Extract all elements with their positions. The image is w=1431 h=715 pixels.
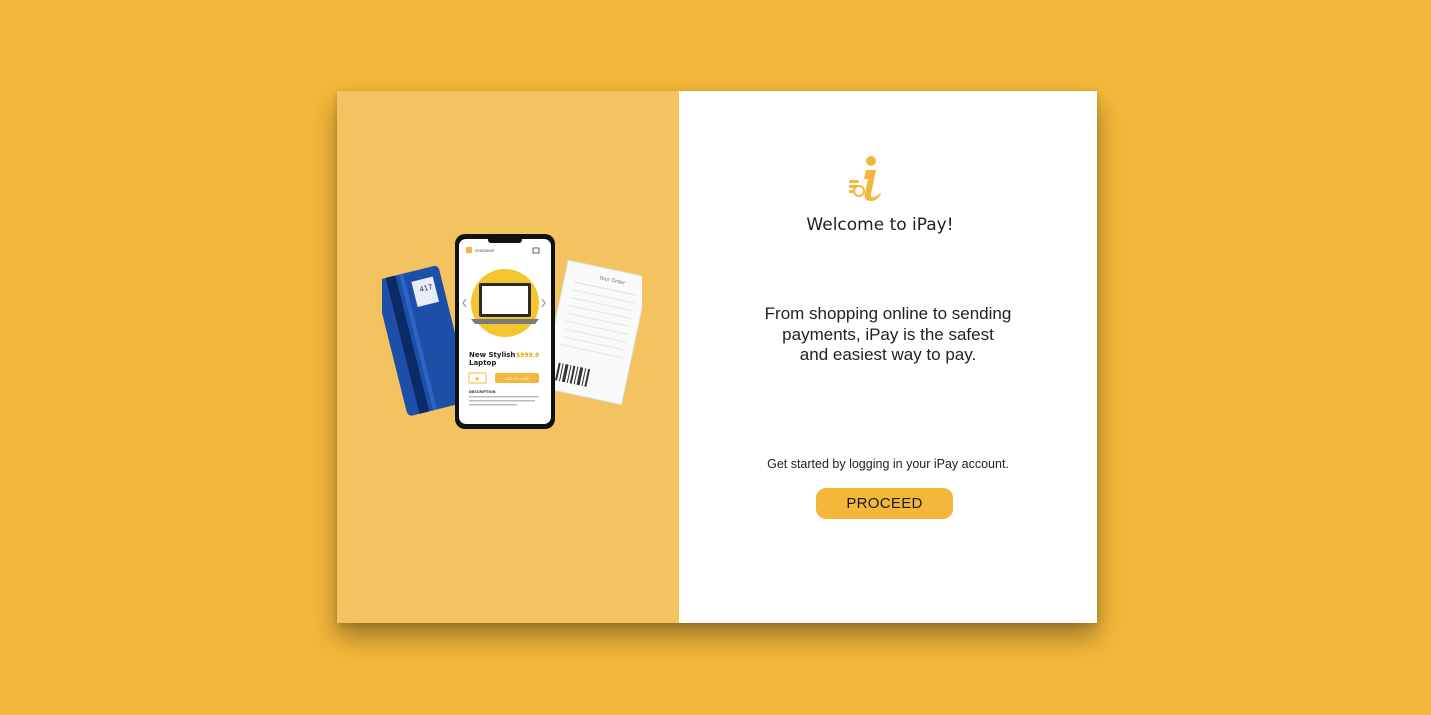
receipt-icon: Your Order [540, 259, 642, 406]
shop-logo-icon [466, 247, 472, 253]
phone-product-price: $999.9 [516, 352, 539, 359]
proceed-button[interactable]: PROCEED [816, 488, 953, 519]
phone-add-to-cart-label: ADD TO CART [505, 377, 530, 381]
tagline-line3: and easiest way to pay. [799, 345, 977, 364]
ipay-logo-icon [849, 156, 881, 201]
tagline-line1: From shopping online to sending [764, 304, 1012, 323]
tagline: From shopping online to sending payments… [745, 304, 1031, 366]
phone-product-title-line2: Laptop [469, 359, 496, 367]
tagline-line2: payments, iPay is the safest [782, 324, 994, 344]
phone-description-label: DESCRIPTION [469, 390, 496, 394]
welcome-card: 417 Your Order YOURSHOP New Stylish Lapt… [337, 91, 1097, 623]
smartphone-icon: YOURSHOP New Stylish Laptop $999.9 ★ ADD… [455, 234, 555, 429]
phone-product-title-line1: New Stylish [469, 351, 515, 359]
phone-shop-name: YOURSHOP [475, 249, 494, 253]
illustration-panel: 417 Your Order YOURSHOP New Stylish Lapt… [337, 91, 679, 623]
shopping-illustration: 417 Your Order YOURSHOP New Stylish Lapt… [382, 234, 642, 429]
get-started-text: Get started by logging in your iPay acco… [767, 457, 1009, 471]
content-panel: Welcome to iPay! From shopping online to… [679, 91, 1097, 623]
welcome-title: Welcome to iPay! [806, 215, 954, 235]
star-icon: ★ [474, 375, 480, 383]
